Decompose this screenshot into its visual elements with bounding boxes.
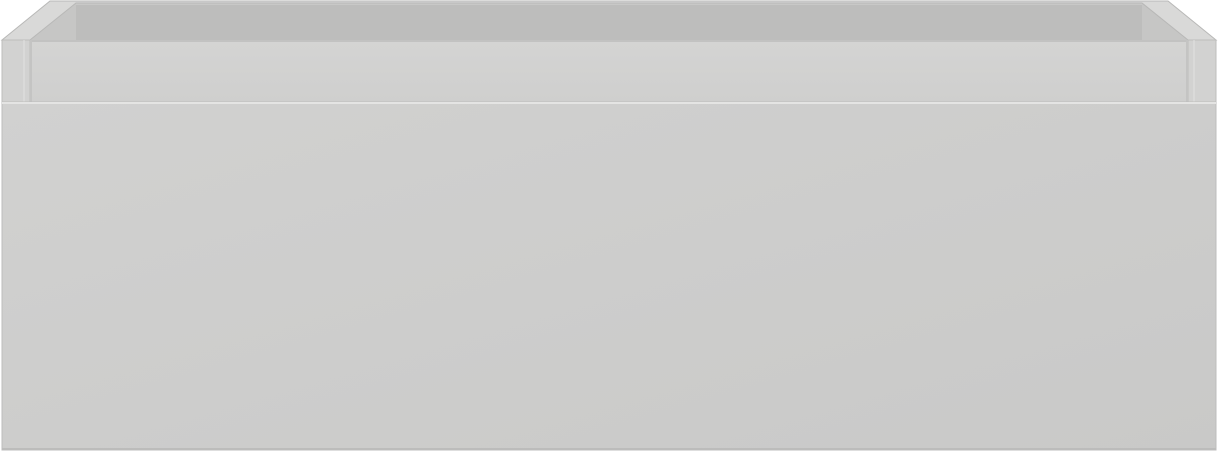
drawer-unit-graphic [0, 0, 1218, 451]
inner-back-wall [76, 3, 1142, 40]
left-corner-post [1, 39, 31, 103]
right-corner-post [1187, 39, 1217, 103]
drawer-front-panel[interactable] [1, 101, 1217, 451]
top-rail [30, 40, 1188, 102]
drawer-unit-illustration [0, 0, 1218, 452]
